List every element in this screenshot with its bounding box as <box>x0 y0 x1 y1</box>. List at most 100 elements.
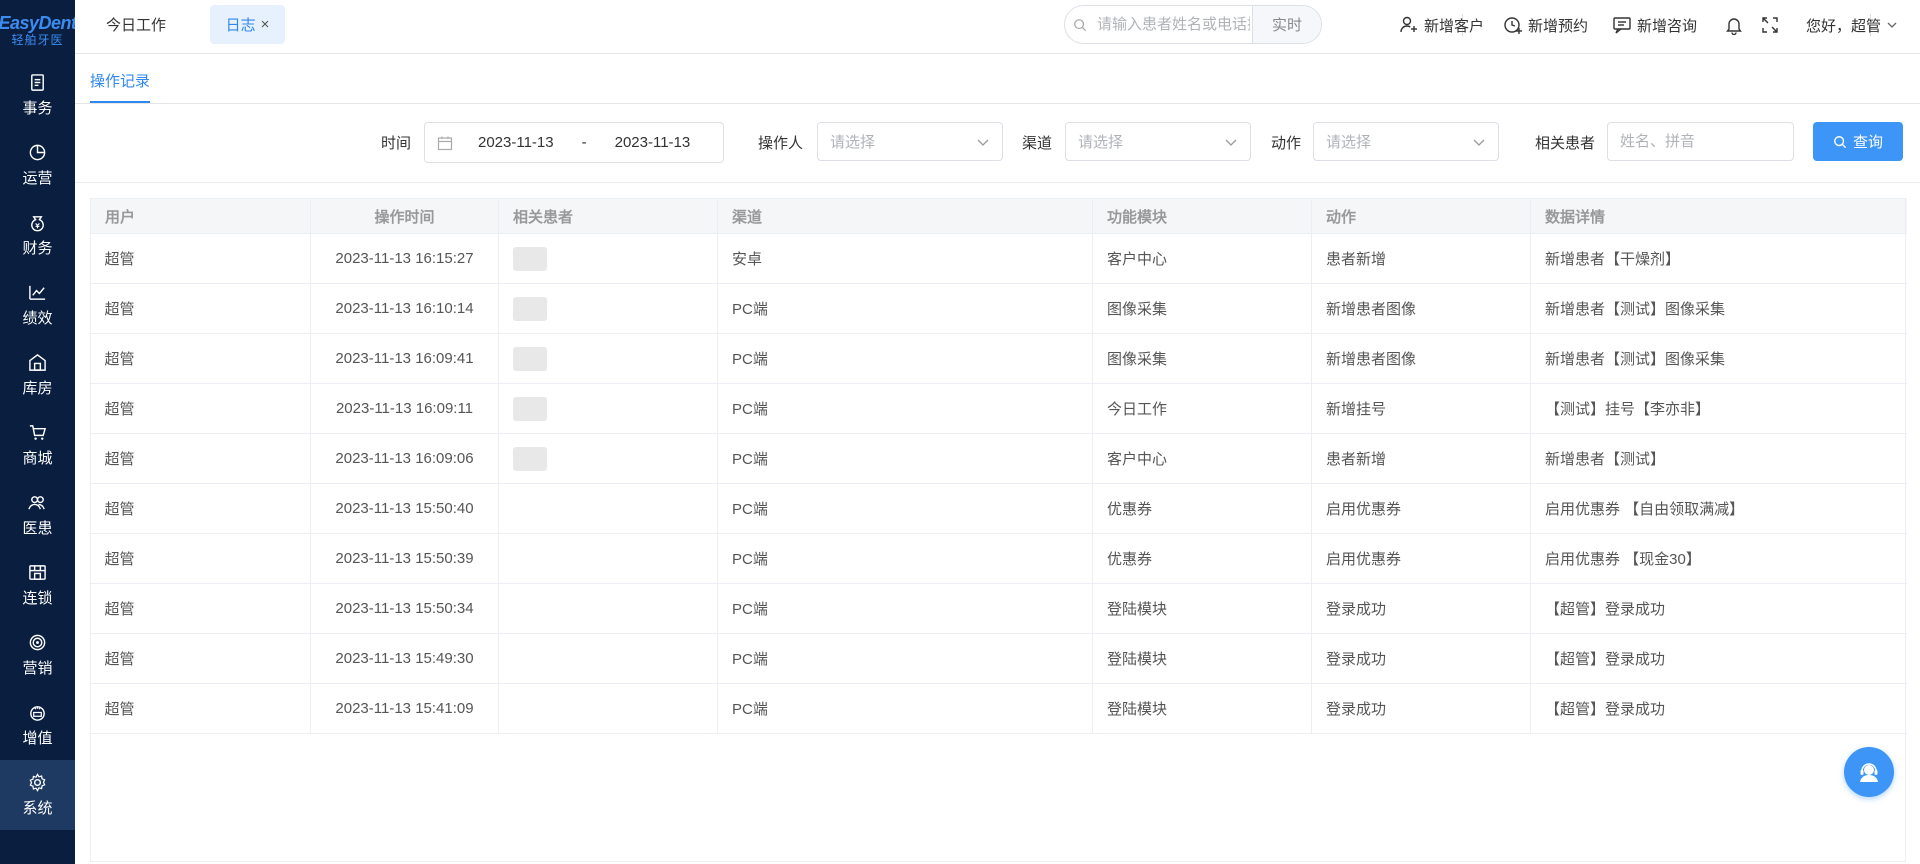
add-customer-button[interactable]: 新增客户 <box>1399 13 1484 37</box>
customer-service-button[interactable] <box>1844 747 1894 797</box>
cell-detail: 新增患者【测试】图像采集 <box>1530 333 1907 384</box>
redacted-patient <box>513 396 547 421</box>
cart-icon <box>29 424 47 440</box>
column-header-time: 操作时间 <box>310 198 499 234</box>
operator-select[interactable]: 请选择 <box>817 122 1003 161</box>
cell-time: 2023-11-13 16:09:06 <box>310 433 499 484</box>
table-row: 超管 2023-11-13 15:50:39 PC端 优惠券 启用优惠券 启用优惠券 【现… <box>90 533 1907 584</box>
cell-time: 2023-11-13 16:09:41 <box>310 333 499 384</box>
table-row: 超管 2023-11-13 16:15:27 安卓 客户中心 患者新增 新增患者【干燥剂】 <box>90 233 1907 284</box>
gift-icon <box>30 705 45 721</box>
cell-detail: 新增患者【测试】 <box>1530 433 1907 484</box>
realtime-search-button[interactable]: 实时 <box>1252 6 1321 43</box>
tab-today-work[interactable]: 今日工作 <box>106 13 166 39</box>
query-button[interactable]: 查询 <box>1813 122 1903 161</box>
sidebar-item-label: 营销 <box>22 659 53 677</box>
redacted-patient <box>513 346 547 371</box>
sidebar-item-store[interactable]: 连锁 <box>0 550 75 620</box>
add-clock-icon <box>1504 17 1522 34</box>
cell-user: 超管 <box>90 233 311 284</box>
date-start[interactable]: 2023-11-13 <box>478 134 554 151</box>
sidebar-item-cart[interactable]: 商城 <box>0 410 75 480</box>
add-consult-label: 新增咨询 <box>1637 17 1698 35</box>
brand-name: EasyDent <box>0 13 77 33</box>
cell-channel: PC端 <box>717 483 1093 534</box>
search-input[interactable] <box>1095 6 1252 43</box>
channel-select[interactable]: 请选择 <box>1065 122 1251 161</box>
sidebar-item-target[interactable]: 营销 <box>0 620 75 690</box>
column-header-action: 动作 <box>1311 198 1531 234</box>
cell-channel: 安卓 <box>717 233 1093 284</box>
brand-logo[interactable]: EasyDent 轻舶牙医 <box>0 0 77 60</box>
user-menu[interactable]: 您好，超管 <box>1806 13 1898 37</box>
warehouse-icon <box>29 353 46 371</box>
sidebar-item-label: 系统 <box>22 799 53 817</box>
clipboard-icon <box>31 73 44 91</box>
tab-close-icon[interactable]: × <box>261 16 270 33</box>
cell-patient <box>498 583 718 634</box>
cell-channel: PC端 <box>717 633 1093 684</box>
sidebar-item-pie-chart[interactable]: 运营 <box>0 130 75 200</box>
redacted-patient <box>513 246 547 271</box>
sidebar-item-people[interactable]: 医患 <box>0 480 75 550</box>
cell-patient <box>498 333 718 384</box>
cell-detail: 新增患者【测试】图像采集 <box>1530 283 1907 334</box>
cell-user: 超管 <box>90 683 311 734</box>
sidebar-item-warehouse[interactable]: 库房 <box>0 340 75 410</box>
date-range-picker[interactable]: 2023-11-13 - 2023-11-13 <box>424 122 724 163</box>
sidebar-item-label: 运营 <box>22 169 53 187</box>
add-consult-button[interactable]: 新增咨询 <box>1612 13 1697 37</box>
table-row: 超管 2023-11-13 15:49:30 PC端 登陆模块 登录成功 【超管】登录成功 <box>90 633 1907 684</box>
cell-module: 今日工作 <box>1092 383 1312 434</box>
add-appointment-button[interactable]: 新增预约 <box>1503 13 1588 37</box>
cell-time: 2023-11-13 16:09:11 <box>310 383 499 434</box>
line-chart-icon <box>29 285 46 300</box>
sidebar-item-clipboard[interactable]: 事务 <box>0 60 75 130</box>
add-appointment-label: 新增预约 <box>1528 17 1589 35</box>
cell-action: 登录成功 <box>1311 683 1531 734</box>
cell-time: 2023-11-13 16:15:27 <box>310 233 499 284</box>
sidebar-item-gift[interactable]: 增值 <box>0 690 75 760</box>
cell-action: 登录成功 <box>1311 583 1531 634</box>
cell-user: 超管 <box>90 333 311 384</box>
table-row: 超管 2023-11-13 15:50:34 PC端 登陆模块 登录成功 【超管】登录成功 <box>90 583 1907 634</box>
chevron-down-icon <box>1887 22 1897 28</box>
date-end[interactable]: 2023-11-13 <box>615 134 691 151</box>
search-icon <box>1834 135 1847 148</box>
tab-log[interactable]: 日志 × <box>210 5 285 44</box>
sidebar-item-line-chart[interactable]: 绩效 <box>0 270 75 340</box>
chevron-down-icon <box>1473 139 1485 146</box>
cell-channel: PC端 <box>717 533 1093 584</box>
table-header-row: 用户 操作时间 相关患者 渠道 功能模块 动作 数据详情 <box>90 198 1907 234</box>
cell-module: 客户中心 <box>1092 233 1312 284</box>
cell-action: 启用优惠券 <box>1311 483 1531 534</box>
cell-action: 登录成功 <box>1311 633 1531 684</box>
action-label: 动作 <box>1271 135 1302 152</box>
patient-name-input[interactable] <box>1607 122 1794 161</box>
operation-log-table: 用户 操作时间 相关患者 渠道 功能模块 动作 数据详情 超管 2023-11-1… <box>90 198 1907 734</box>
fullscreen-button[interactable] <box>1760 13 1780 37</box>
cell-channel: PC端 <box>717 433 1093 484</box>
operator-label: 操作人 <box>758 135 804 152</box>
table-row: 超管 2023-11-13 16:10:14 PC端 图像采集 新增患者图像 新增患者【测… <box>90 283 1907 334</box>
column-header-module: 功能模块 <box>1092 198 1312 234</box>
notification-button[interactable] <box>1724 13 1744 37</box>
cell-channel: PC端 <box>717 283 1093 334</box>
sidebar-item-label: 连锁 <box>22 589 53 607</box>
sidebar-item-gear[interactable]: 系统 <box>0 760 75 830</box>
action-select[interactable]: 请选择 <box>1313 122 1499 161</box>
column-header-user: 用户 <box>90 198 311 234</box>
cell-user: 超管 <box>90 483 311 534</box>
sidebar-item-label: 库房 <box>22 379 53 397</box>
cell-action: 新增患者图像 <box>1311 333 1531 384</box>
user-greeting: 您好，超管 <box>1806 17 1882 35</box>
patient-search: 实时 <box>1064 5 1322 44</box>
sidebar-item-label: 财务 <box>22 239 53 257</box>
sidebar-item-money-bag[interactable]: 财务 <box>0 200 75 270</box>
tab-operation-records[interactable]: 操作记录 <box>90 70 151 103</box>
cell-action: 患者新增 <box>1311 233 1531 284</box>
cell-patient <box>498 233 718 284</box>
cell-module: 登陆模块 <box>1092 583 1312 634</box>
cell-user: 超管 <box>90 433 311 484</box>
table-row: 超管 2023-11-13 15:50:40 PC端 优惠券 启用优惠券 启用优惠券 【自… <box>90 483 1907 534</box>
